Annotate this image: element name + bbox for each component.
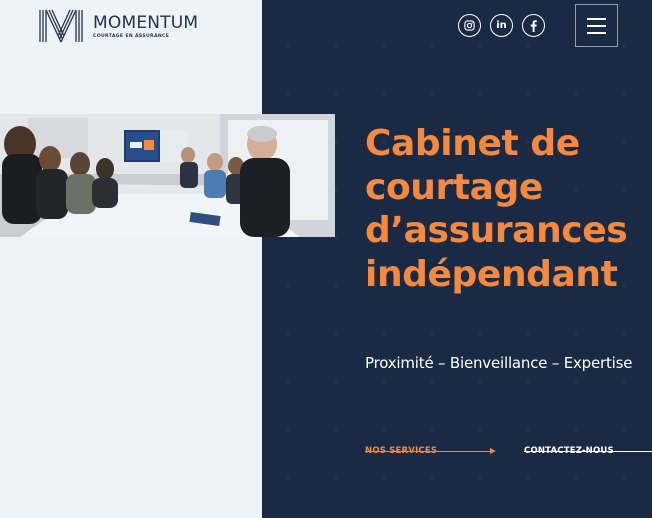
- hero-title-line: Cabinet de: [365, 123, 580, 164]
- m-monogram-logo-icon: [39, 9, 83, 43]
- instagram-link[interactable]: [458, 14, 481, 37]
- facebook-link[interactable]: [522, 14, 545, 37]
- arrow-right-icon: [490, 448, 496, 454]
- meeting-room-photo: [0, 114, 335, 237]
- services-link[interactable]: NOS SERVICES: [365, 438, 498, 456]
- hero-title-line: d’assurances: [365, 210, 628, 251]
- contact-link[interactable]: CONTACTEZ-NOUS: [524, 438, 652, 456]
- linkedin-icon: in: [496, 19, 507, 31]
- brand-name: MOMENTUM: [93, 12, 199, 33]
- hamburger-menu-icon: [587, 17, 606, 20]
- brand-logo[interactable]: MOMENTUM COURTAGE EN ASSURANCE: [38, 9, 198, 43]
- hero-title-line: courtage: [365, 166, 543, 208]
- hamburger-menu-button[interactable]: [575, 4, 618, 47]
- services-underline: [365, 451, 492, 452]
- linkedin-link[interactable]: in: [490, 14, 513, 37]
- hero-title-line: indépendant: [365, 253, 618, 295]
- facebook-icon: [530, 19, 537, 32]
- hero-subtitle: Proximité – Bienveillance – Expertise: [365, 354, 633, 372]
- instagram-icon: [464, 20, 475, 31]
- left-panel: [0, 0, 262, 518]
- contact-underline: [524, 451, 652, 452]
- brand-tagline: COURTAGE EN ASSURANCE: [93, 33, 170, 39]
- hero-title: Cabinet de courtage d’assurances indépen…: [365, 122, 645, 296]
